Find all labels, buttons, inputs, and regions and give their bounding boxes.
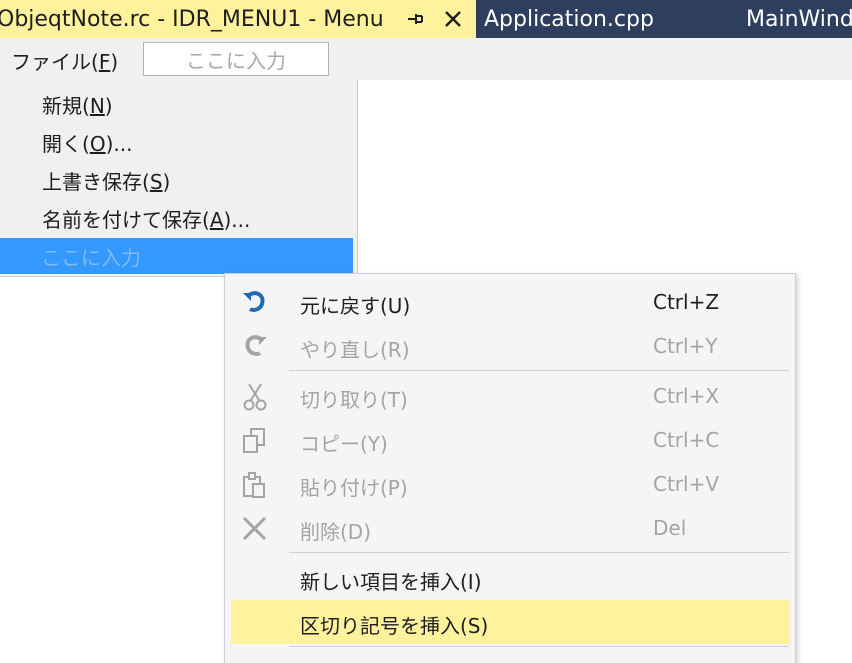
document-tab-strip: ObjeqtNote.rc - IDR_MENU1 - Menu Applica…	[0, 0, 852, 38]
cut-icon	[243, 383, 267, 411]
tab-title: MainWind	[746, 6, 852, 32]
menu-separator	[289, 646, 789, 647]
dropdown-item-save-as[interactable]: 名前を付けて保存(A)...	[42, 204, 250, 233]
tab-title: ObjeqtNote.rc - IDR_MENU1 - Menu	[0, 6, 384, 32]
dropdown-item-open[interactable]: 開く(O)...	[42, 128, 132, 157]
tab-menu-resource[interactable]: ObjeqtNote.rc - IDR_MENU1 - Menu	[0, 0, 476, 38]
context-item-undo[interactable]: 元に戻す(U) Ctrl+Z	[225, 280, 795, 324]
context-item-copy[interactable]: コピー(Y) Ctrl+C	[225, 418, 795, 462]
dropdown-item-save[interactable]: 上書き保存(S)	[42, 166, 170, 195]
context-item-redo[interactable]: やり直し(R) Ctrl+Y	[225, 324, 795, 368]
context-item-paste[interactable]: 貼り付け(P) Ctrl+V	[225, 462, 795, 506]
menu-separator	[289, 552, 789, 553]
type-here-menubar-slot[interactable]: ここに入力	[143, 42, 329, 76]
context-item-delete[interactable]: 削除(D) Del	[225, 506, 795, 550]
context-item-insert-separator[interactable]: 区切り記号を挿入(S)	[231, 600, 790, 644]
menu-file[interactable]: ファイル(F)	[11, 46, 118, 75]
tab-title: Application.cpp	[484, 6, 654, 32]
pin-icon[interactable]	[403, 7, 427, 31]
delete-icon	[242, 516, 267, 541]
resource-menubar: ファイル(F) ここに入力	[0, 38, 852, 80]
dropdown-item-new[interactable]: 新規(N)	[42, 90, 113, 119]
context-item-cut[interactable]: 切り取り(T) Ctrl+X	[225, 374, 795, 418]
context-menu: 元に戻す(U) Ctrl+Z やり直し(R) Ctrl+Y 切り取り(T) Ct…	[224, 273, 796, 663]
redo-icon	[245, 335, 267, 356]
copy-icon	[243, 428, 265, 453]
menu-separator	[289, 370, 789, 371]
tab-mainwind[interactable]: MainWind	[746, 0, 852, 38]
type-here-dropdown-slot[interactable]: ここに入力	[0, 238, 353, 274]
tab-application-cpp[interactable]: Application.cpp	[484, 0, 654, 38]
undo-icon	[243, 291, 265, 312]
file-dropdown: 新規(N) 開く(O)... 上書き保存(S) 名前を付けて保存(A)... こ…	[0, 80, 358, 277]
close-icon[interactable]	[442, 8, 464, 30]
paste-icon	[243, 472, 265, 498]
editor-window: ObjeqtNote.rc - IDR_MENU1 - Menu Applica…	[0, 0, 852, 663]
context-item-insert-new[interactable]: 新しい項目を挿入(I)	[225, 556, 795, 600]
